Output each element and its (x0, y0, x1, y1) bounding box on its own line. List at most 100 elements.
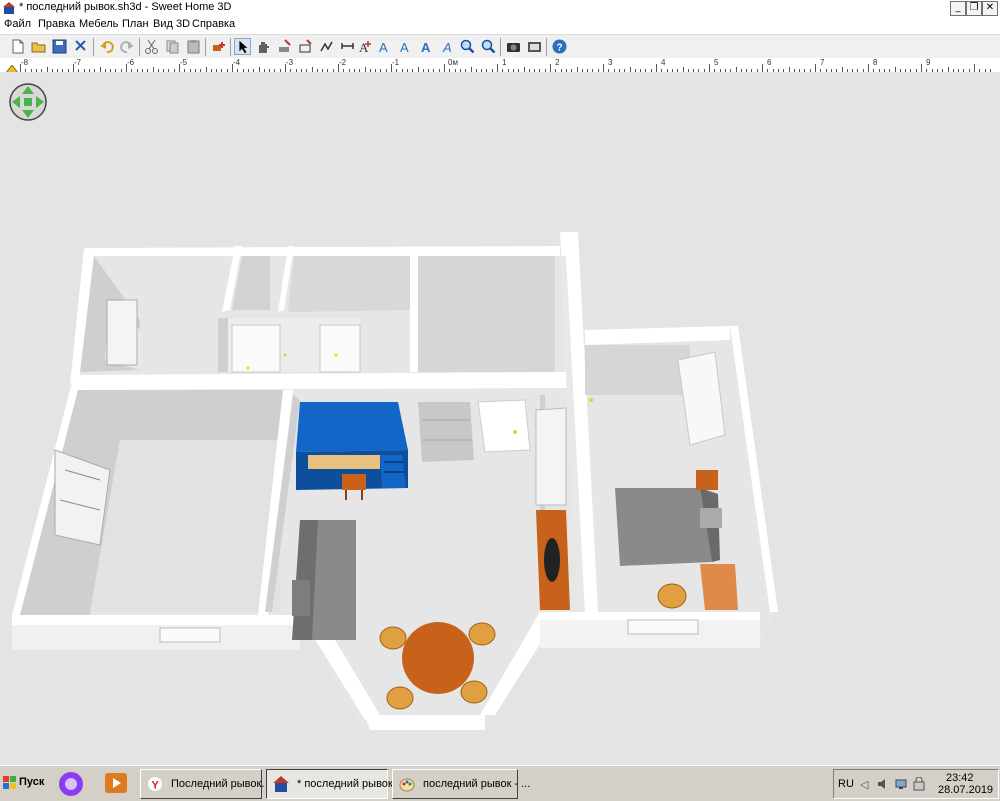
menu-furniture[interactable]: Мебель (79, 18, 118, 30)
svg-text:A: A (400, 40, 409, 55)
minimize-button[interactable]: _ (950, 1, 966, 16)
redo-icon[interactable] (119, 38, 136, 55)
text-size-icon[interactable]: A (398, 38, 415, 55)
zoom-out-icon[interactable] (480, 38, 497, 55)
task-label: последний рывок - ... (423, 778, 531, 790)
language-indicator[interactable]: RU (838, 778, 854, 790)
cut-tool-icon[interactable] (72, 38, 89, 55)
text-style-icon[interactable]: A (377, 38, 394, 55)
alice-assistant-icon[interactable] (58, 771, 84, 797)
network-icon[interactable] (894, 777, 908, 791)
task-label: Последний рывок. ... (171, 778, 277, 790)
ruler-tick (868, 64, 869, 72)
tray-arrow-icon[interactable]: ◁ (860, 778, 868, 791)
3d-view-canvas[interactable] (0, 72, 1000, 765)
taskbar-paint[interactable]: последний рывок - ... (392, 769, 530, 799)
ruler-label: 6 (767, 58, 772, 67)
yandex-browser-icon: Y (147, 776, 163, 792)
ruler-tick (550, 64, 551, 72)
svg-text:A: A (442, 40, 452, 55)
paint-icon (399, 778, 415, 792)
maximize-button[interactable]: ❐ (966, 1, 982, 16)
pan-hand-icon[interactable] (255, 38, 272, 55)
menu-file[interactable]: Файл (4, 18, 31, 30)
taskbar-yandex-browser[interactable]: Y Последний рывок. ... (140, 769, 277, 799)
select-arrow-icon[interactable] (234, 38, 251, 55)
ruler-label: 2 (555, 58, 560, 67)
create-polylines-icon[interactable] (318, 38, 335, 55)
media-player-icon[interactable] (104, 772, 128, 794)
ruler-tick (179, 64, 180, 72)
window-titlebar: * последний рывок.sh3d - Sweet Home 3D _… (0, 0, 1000, 16)
paste-icon[interactable] (185, 38, 202, 55)
help-icon[interactable]: ? (551, 38, 568, 55)
clock-date[interactable]: 28.07.2019 (938, 784, 993, 796)
ruler-tick (497, 64, 498, 72)
undo-icon[interactable] (98, 38, 115, 55)
windows-taskbar: Пуск Y Последний рывок. ... * последний … (0, 765, 1000, 801)
window-title: * последний рывок.sh3d - Sweet Home 3D (19, 1, 232, 13)
copy-icon[interactable] (164, 38, 181, 55)
ruler-label: 0м (448, 58, 458, 67)
ruler-label: -7 (74, 58, 82, 67)
toolbar-separator (230, 38, 231, 56)
video-camera-icon[interactable] (526, 38, 543, 55)
ruler-label: 5 (714, 58, 719, 67)
ruler-tick (285, 64, 286, 72)
ruler-label: -6 (127, 58, 135, 67)
apartment-3d-model (12, 232, 778, 730)
ruler-label: 7 (820, 58, 825, 67)
clock-time[interactable]: 23:42 (946, 772, 974, 784)
menu-plan[interactable]: План (122, 18, 149, 30)
ruler-tick (232, 64, 233, 72)
close-button[interactable]: ✕ (982, 1, 998, 16)
ruler-tick (20, 64, 21, 72)
sweet-home-3d-icon (273, 776, 289, 792)
menu-view3d[interactable]: Вид 3D (153, 18, 190, 30)
create-dimensions-icon[interactable] (339, 38, 356, 55)
ruler-tick (126, 64, 127, 72)
add-text-icon[interactable]: A (356, 38, 373, 55)
italic-text-icon[interactable]: A (440, 38, 457, 55)
ruler-label: -1 (392, 58, 400, 67)
security-icon[interactable] (912, 777, 926, 791)
svg-text:Y: Y (152, 780, 160, 792)
photo-camera-icon[interactable] (505, 38, 522, 55)
create-walls-icon[interactable] (276, 38, 293, 55)
ruler-label: 3 (608, 58, 613, 67)
ruler-label: -2 (339, 58, 347, 67)
zoom-in-icon[interactable] (459, 38, 476, 55)
svg-text:?: ? (557, 43, 563, 54)
save-icon[interactable] (51, 38, 68, 55)
menu-edit[interactable]: Правка (38, 18, 75, 30)
bold-text-icon[interactable]: A (419, 38, 436, 55)
open-file-icon[interactable] (30, 38, 47, 55)
system-tray: RU ◁ 23:42 28.07.2019 (833, 769, 999, 799)
ruler-tick (73, 64, 74, 72)
taskbar-sweet-home-3d[interactable]: * последний рывок.... (266, 769, 405, 799)
start-label: Пуск (19, 776, 45, 788)
create-rooms-icon[interactable] (297, 38, 314, 55)
ruler-label: -8 (21, 58, 29, 67)
ruler-tick (603, 64, 604, 72)
ruler-tick (921, 64, 922, 72)
new-file-icon[interactable] (9, 38, 26, 55)
sweet-home-3d-icon (3, 2, 15, 14)
ruler-tick (391, 64, 392, 72)
start-button[interactable]: Пуск (2, 772, 45, 794)
ruler-tick (444, 64, 445, 72)
ruler-tick (974, 64, 975, 72)
toolbar-separator (546, 38, 547, 56)
cut-icon[interactable] (143, 38, 160, 55)
ruler-label: 1 (502, 58, 507, 67)
toolbar-separator (93, 38, 94, 56)
toolbar-separator (500, 38, 501, 56)
ruler-tick (338, 64, 339, 72)
add-furniture-icon[interactable] (210, 38, 227, 55)
volume-icon[interactable] (876, 777, 890, 791)
navigation-arrows-icon[interactable] (8, 82, 48, 122)
ruler-label: 9 (926, 58, 931, 67)
menu-help[interactable]: Справка (192, 18, 235, 30)
svg-text:A: A (379, 40, 388, 55)
toolbar-separator (139, 38, 140, 56)
